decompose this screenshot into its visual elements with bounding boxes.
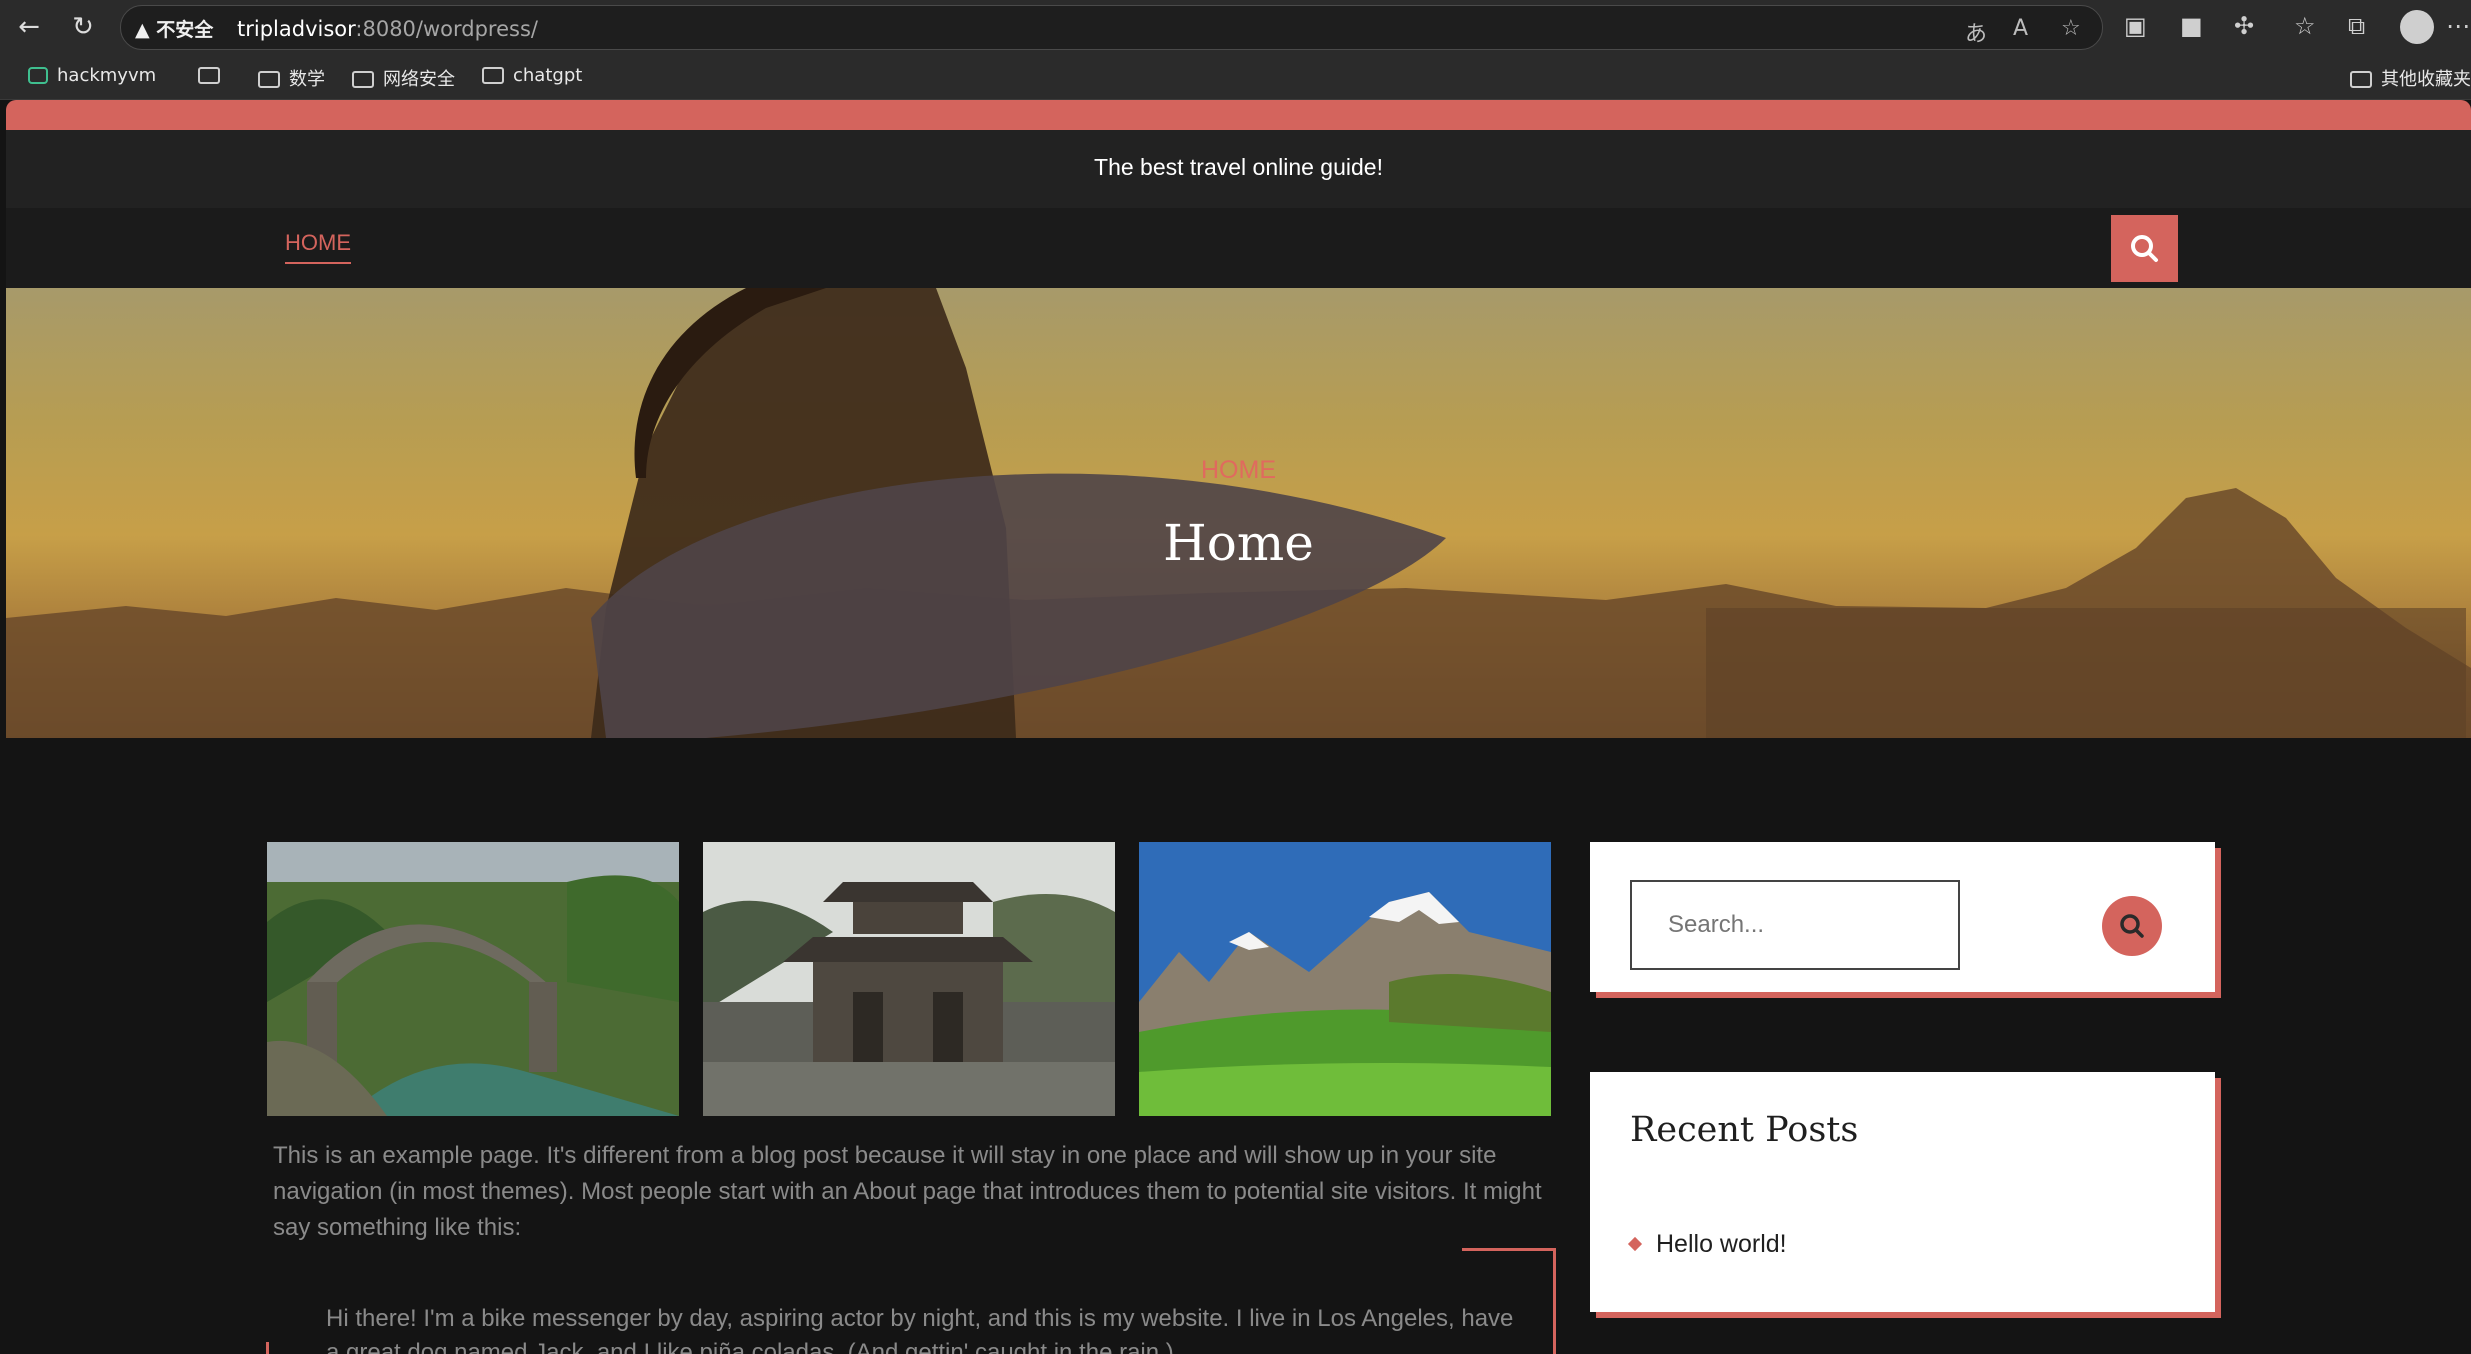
security-warning[interactable]: ▲ 不安全	[135, 15, 213, 42]
header-search-button[interactable]	[2111, 215, 2178, 282]
search-icon	[2120, 914, 2144, 938]
breadcrumb[interactable]: HOME	[6, 456, 2471, 485]
accent-bar	[6, 100, 2471, 130]
page-title: Home	[1163, 514, 1314, 572]
quote-decoration	[266, 1342, 269, 1354]
extension-icon[interactable]: ▣	[2124, 12, 2147, 40]
bullet-diamond-icon	[1627, 1236, 1643, 1252]
gallery-image-pagoda	[703, 842, 1115, 1116]
menu-item-home[interactable]: HOME	[285, 230, 351, 264]
more-menu-icon[interactable]: ⋯	[2446, 12, 2470, 40]
search-submit-button[interactable]	[2102, 896, 2162, 956]
bookmark-tab-icon[interactable]	[198, 65, 220, 86]
bookmark-other-folder[interactable]: 其他收藏夹	[2350, 65, 2471, 91]
bookmark-folder-chatgpt[interactable]: chatgpt	[482, 65, 582, 86]
search-widget	[1590, 842, 2215, 992]
favorite-star-icon[interactable]: ☆	[2061, 16, 2081, 41]
hackmyvm-icon	[28, 67, 48, 84]
hero-surfer-image	[6, 288, 2471, 738]
bookmark-folder-math[interactable]: 数学	[258, 65, 325, 91]
hero-banner: HOME Home	[6, 288, 2471, 738]
page-paragraph: This is an example page. It's different …	[273, 1142, 1542, 1241]
search-icon	[2131, 235, 2158, 262]
folder-icon	[352, 71, 374, 88]
back-icon[interactable]: ←	[10, 8, 48, 46]
bookmarks-bar: hackmyvm 数学 网络安全 chatgpt 其他收藏夹	[0, 53, 2471, 100]
main-menu: HOME	[6, 208, 2471, 288]
bookmark-hackmyvm[interactable]: hackmyvm	[28, 65, 156, 86]
extensions-puzzle-icon[interactable]: ✣	[2234, 12, 2254, 40]
recent-posts-widget: Recent Posts Hello world!	[1590, 1072, 2215, 1312]
web-page: The best travel online guide! HOME HOME …	[6, 100, 2471, 1354]
tab-icon	[198, 67, 220, 84]
reload-icon[interactable]: ↻	[64, 8, 102, 46]
collections-icon[interactable]: ⧉	[2348, 12, 2365, 40]
address-bar[interactable]: ▲ 不安全 tripladvisor:8080/wordpress/ あ A ☆	[120, 5, 2103, 50]
site-tagline: The best travel online guide!	[1094, 154, 1383, 180]
profile-avatar[interactable]	[2400, 10, 2434, 44]
gallery-image-bridge	[267, 842, 679, 1116]
translate-icon[interactable]: あ	[1965, 16, 1987, 48]
folder-icon	[258, 71, 280, 88]
gallery-image-mountains	[1139, 842, 1551, 1116]
header-tagline-bar: The best travel online guide!	[6, 130, 2471, 208]
search-input[interactable]	[1630, 880, 1960, 970]
read-aloud-icon[interactable]: A	[2013, 16, 2028, 41]
browser-toolbar: ← ↻ ▲ 不安全 tripladvisor:8080/wordpress/ あ…	[0, 0, 2471, 53]
page-quote: Hi there! I'm a bike messenger by day, a…	[326, 1305, 1514, 1354]
extension-icon[interactable]: ■	[2180, 12, 2203, 40]
folder-icon	[2350, 71, 2372, 88]
favorites-icon[interactable]: ☆	[2294, 12, 2316, 40]
bookmark-folder-security[interactable]: 网络安全	[352, 65, 455, 91]
widget-title: Recent Posts	[1630, 1110, 1859, 1150]
url-text[interactable]: tripladvisor:8080/wordpress/	[237, 17, 538, 41]
folder-icon	[482, 67, 504, 84]
recent-post-link[interactable]: Hello world!	[1627, 1230, 1787, 1259]
